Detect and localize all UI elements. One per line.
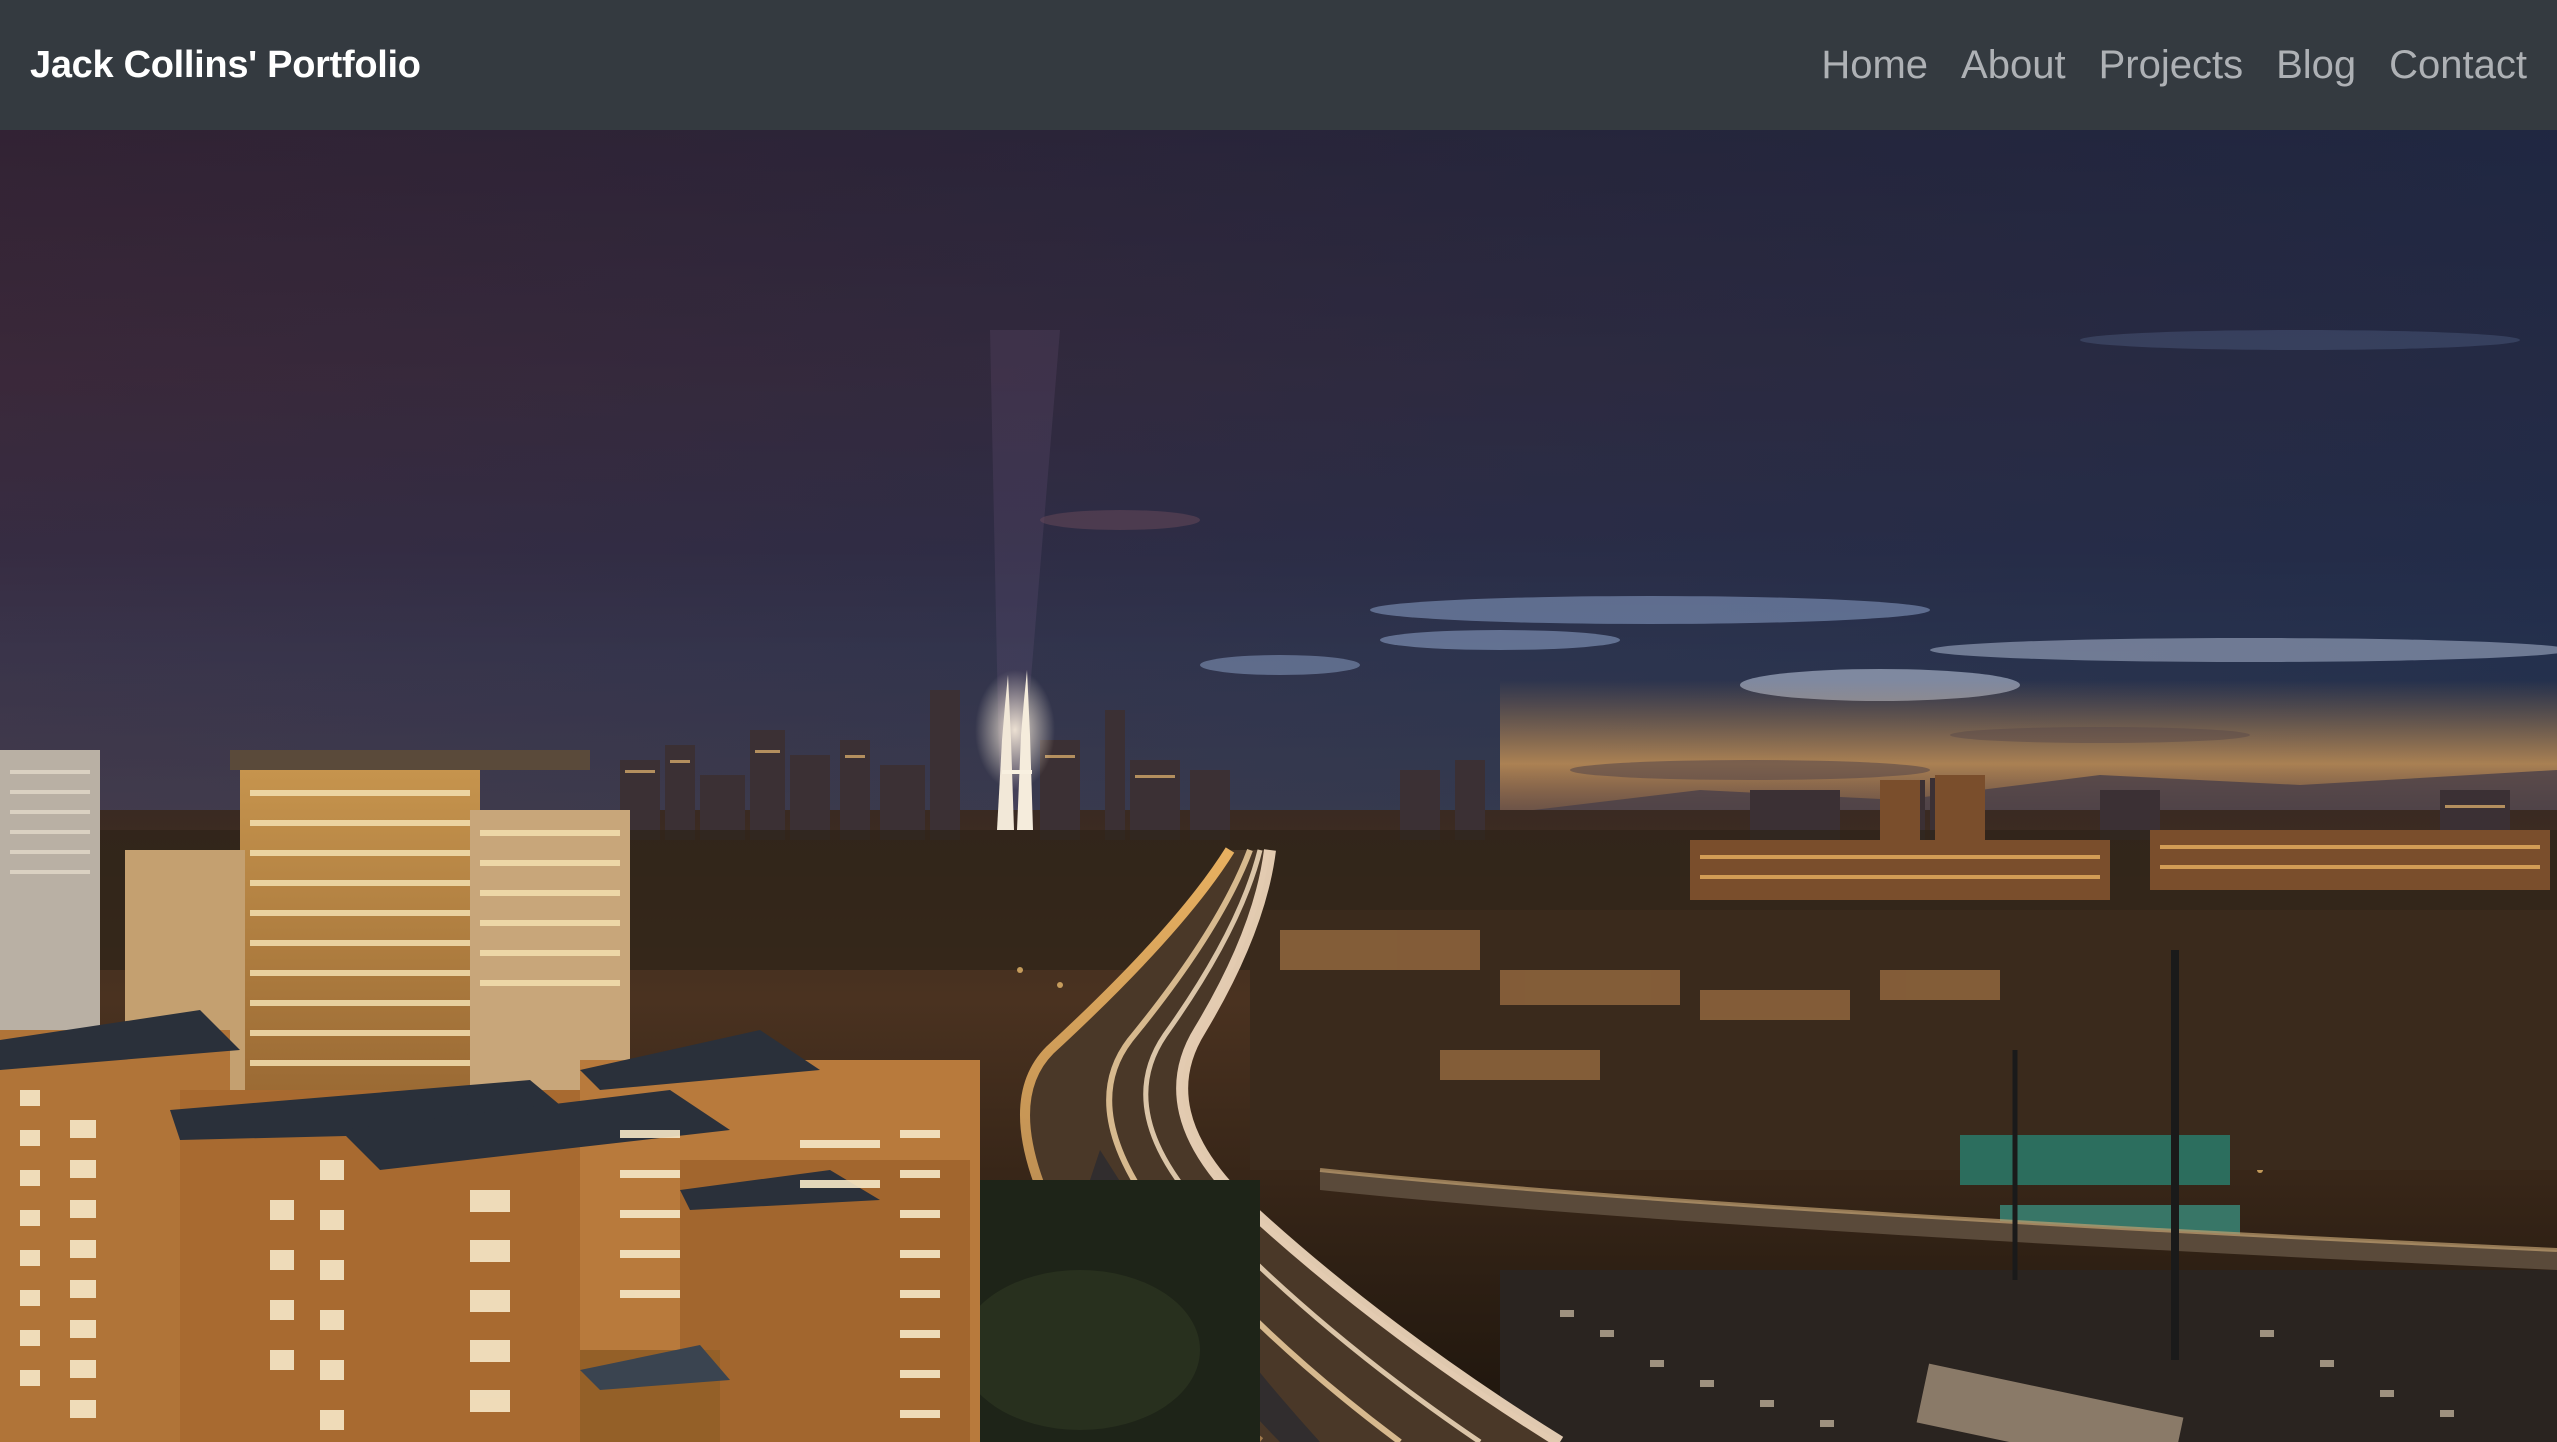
nav-links: Home About Projects Blog Contact [1788, 43, 2527, 88]
navbar: Jack Collins' Portfolio Home About Proje… [0, 0, 2557, 130]
nav-link-contact[interactable]: Contact [2389, 43, 2527, 88]
nav-link-blog[interactable]: Blog [2276, 43, 2356, 88]
city-skyline-photo [0, 130, 2557, 1442]
nav-link-projects[interactable]: Projects [2099, 43, 2244, 88]
hero-image [0, 130, 2557, 1442]
nav-link-about[interactable]: About [1961, 43, 2066, 88]
brand-link[interactable]: Jack Collins' Portfolio [30, 44, 421, 87]
nav-link-home[interactable]: Home [1821, 43, 1928, 88]
